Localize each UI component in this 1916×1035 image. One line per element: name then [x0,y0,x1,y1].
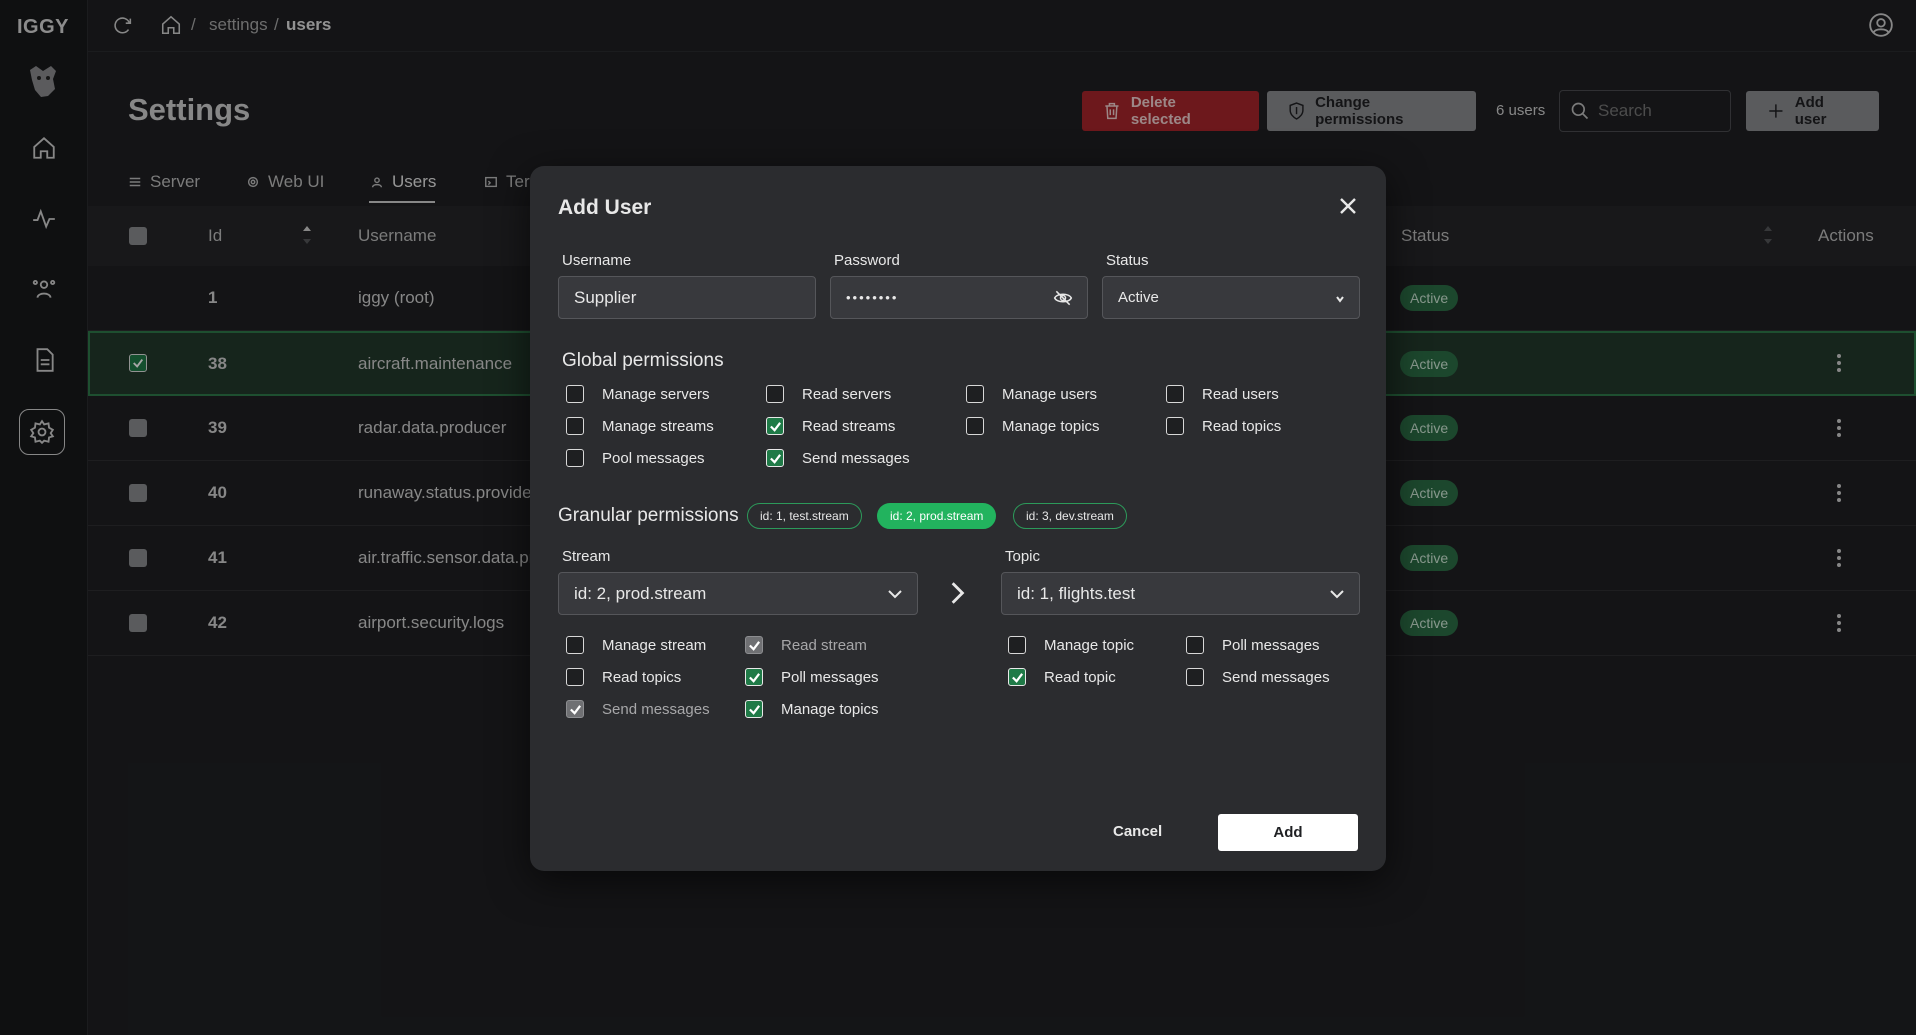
stream-pill[interactable]: id: 3, dev.stream [1013,503,1127,529]
permission-label: Read topic [1044,668,1116,686]
permission-label: Send messages [602,700,710,718]
permission-checkbox[interactable]: Poll messages [745,668,879,686]
permission-label: Manage users [1002,385,1098,403]
checkbox[interactable] [566,417,584,435]
checkbox[interactable] [966,385,984,403]
add-user-dialog: Add User Username Supplier Password ••••… [530,166,1386,871]
eye-off-icon[interactable] [1053,288,1073,308]
permission-checkbox[interactable]: Manage users [966,385,1097,403]
stream-pill-active[interactable]: id: 2, prod.stream [877,503,997,529]
checkbox[interactable] [566,385,584,403]
permission-checkbox[interactable]: Send messages [766,449,910,467]
permission-checkbox[interactable]: Manage servers [566,385,710,403]
checkbox[interactable] [1186,636,1204,654]
checkbox[interactable] [566,636,584,654]
check-icon [748,640,760,651]
checkbox[interactable] [1166,417,1184,435]
checkbox[interactable] [745,668,763,686]
topic-select[interactable]: id: 1, flights.test [1001,572,1360,615]
password-label: Password [834,252,900,269]
checkbox[interactable] [766,449,784,467]
permission-checkbox[interactable]: Read users [1166,385,1279,403]
permission-label: Poll messages [781,668,879,686]
permission-label: Manage topics [1002,417,1100,435]
check-icon [769,453,781,464]
permission-checkbox: Read stream [745,636,867,654]
permission-label: Manage servers [602,385,710,403]
username-label: Username [562,252,632,269]
stream-pill[interactable]: id: 1, test.stream [747,503,862,529]
chevron-down-icon [888,590,902,599]
stream-label: Stream [562,548,611,565]
permission-label: Pool messages [602,449,705,467]
check-icon [1011,672,1023,683]
check-icon [748,672,760,683]
checkbox [566,700,584,718]
permission-label: Read topics [602,668,682,686]
checkbox[interactable] [1186,668,1204,686]
chevron-down-icon [1336,296,1344,303]
add-button[interactable]: Add [1218,814,1358,851]
checkbox [745,636,763,654]
permission-label: Poll messages [1222,636,1320,654]
check-icon [748,704,760,715]
permission-label: Manage topics [781,700,879,718]
global-permissions-title: Global permissions [562,350,724,371]
permission-label: Manage stream [602,636,707,654]
permission-label: Read streams [802,417,896,435]
stream-select-value: id: 2, prod.stream [574,583,707,603]
close-icon[interactable] [1336,194,1360,218]
permission-label: Read servers [802,385,892,403]
permission-checkbox[interactable]: Read topic [1008,668,1116,686]
checkbox[interactable] [766,417,784,435]
checkbox[interactable] [1008,668,1026,686]
permission-checkbox[interactable]: Manage stream [566,636,706,654]
cancel-button[interactable]: Cancel [1113,823,1162,840]
permission-label: Send messages [1222,668,1330,686]
topic-label: Topic [1005,548,1041,565]
permission-checkbox[interactable]: Poll messages [1186,636,1320,654]
username-field[interactable]: Supplier [558,276,816,319]
permission-checkbox[interactable]: Pool messages [566,449,705,467]
permission-checkbox[interactable]: Read servers [766,385,891,403]
permission-label: Read topics [1202,417,1282,435]
permission-checkbox[interactable]: Manage topic [1008,636,1134,654]
permission-checkbox[interactable]: Read topics [566,668,681,686]
permission-checkbox[interactable]: Manage topics [745,700,879,718]
checkbox[interactable] [1008,636,1026,654]
password-field[interactable]: •••••••• [830,276,1088,319]
permission-label: Manage topic [1044,636,1135,654]
permission-label: Manage streams [602,417,714,435]
granular-permissions-title: Granular permissions [558,505,739,526]
permission-label: Read stream [781,636,867,654]
permission-checkbox[interactable]: Read topics [1166,417,1281,435]
checkbox[interactable] [966,417,984,435]
permission-checkbox: Send messages [566,700,710,718]
status-select[interactable]: Active [1102,276,1360,319]
checkbox[interactable] [566,668,584,686]
checkbox[interactable] [566,449,584,467]
status-label: Status [1106,252,1149,269]
username-value: Supplier [574,287,637,307]
checkbox[interactable] [745,700,763,718]
chevron-down-icon [1330,590,1344,599]
permission-label: Read users [1202,385,1279,403]
permission-checkbox[interactable]: Send messages [1186,668,1330,686]
permission-checkbox[interactable]: Manage streams [566,417,714,435]
permission-label: Send messages [802,449,910,467]
chevron-right-icon [951,582,965,604]
permission-checkbox[interactable]: Read streams [766,417,895,435]
checkbox[interactable] [1166,385,1184,403]
checkbox[interactable] [766,385,784,403]
topic-select-value: id: 1, flights.test [1017,583,1136,603]
check-icon [569,704,581,715]
dialog-title: Add User [558,196,652,219]
permission-checkbox[interactable]: Manage topics [966,417,1100,435]
password-value: •••••••• [846,290,899,305]
stream-select[interactable]: id: 2, prod.stream [558,572,918,615]
check-icon [769,421,781,432]
status-value: Active [1118,289,1159,306]
